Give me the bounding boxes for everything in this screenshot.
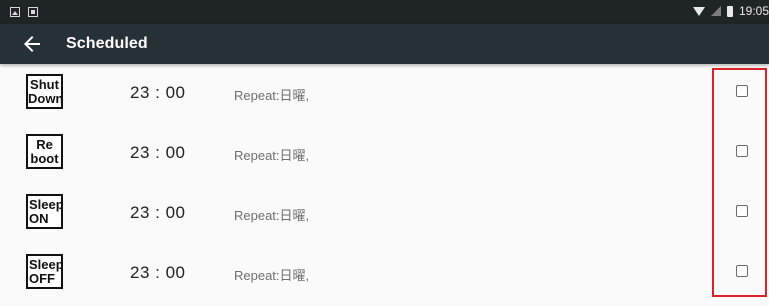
schedule-repeat: Repeat:日曜, bbox=[234, 88, 310, 103]
wifi-icon bbox=[692, 6, 705, 16]
image-notification-icon bbox=[10, 7, 20, 17]
status-time: 19:05 bbox=[738, 4, 769, 18]
battery-icon bbox=[726, 5, 733, 17]
schedule-checkbox-reboot[interactable] bbox=[736, 145, 748, 157]
back-button[interactable] bbox=[20, 32, 44, 56]
schedule-time: 23 : 00 bbox=[130, 83, 186, 102]
schedule-row-reboot[interactable]: Re boot 23 : 00 Repeat:日曜, bbox=[0, 124, 769, 184]
notification-icons bbox=[10, 7, 38, 17]
schedule-time: 23 : 00 bbox=[130, 203, 186, 222]
arrow-left-icon bbox=[24, 36, 40, 52]
schedule-checkbox-sleep-on[interactable] bbox=[736, 205, 748, 217]
app-notification-icon bbox=[28, 7, 38, 17]
schedule-repeat: Repeat:日曜, bbox=[234, 148, 310, 163]
shutdown-icon: Shut Down bbox=[26, 74, 63, 109]
sleep-off-icon: Sleep OFF bbox=[26, 254, 63, 289]
sleep-on-icon: Sleep ON bbox=[26, 194, 63, 229]
schedule-row-sleep-on[interactable]: Sleep ON 23 : 00 Repeat:日曜, bbox=[0, 184, 769, 244]
schedule-repeat: Repeat:日曜, bbox=[234, 208, 310, 223]
app-toolbar: Scheduled bbox=[0, 24, 769, 64]
schedule-row-shutdown[interactable]: Shut Down 23 : 00 Repeat:日曜, bbox=[0, 64, 769, 124]
schedule-list: Shut Down 23 : 00 Repeat:日曜, Re boot 23 … bbox=[0, 64, 769, 304]
signal-icon bbox=[710, 6, 721, 16]
reboot-icon: Re boot bbox=[26, 134, 63, 169]
page-title: Scheduled bbox=[66, 35, 148, 52]
schedule-repeat: Repeat:日曜, bbox=[234, 268, 310, 283]
schedule-time: 23 : 00 bbox=[130, 263, 186, 282]
schedule-time: 23 : 00 bbox=[130, 143, 186, 162]
schedule-row-sleep-off[interactable]: Sleep OFF 23 : 00 Repeat:日曜, bbox=[0, 244, 769, 304]
schedule-checkbox-shutdown[interactable] bbox=[736, 85, 748, 97]
status-bar: 19:05 bbox=[0, 0, 769, 24]
screen: 19:05 Scheduled Shut Down 23 : 00 Repeat… bbox=[0, 0, 769, 306]
schedule-checkbox-sleep-off[interactable] bbox=[736, 265, 748, 277]
status-indicators: 19:05 bbox=[692, 4, 769, 18]
